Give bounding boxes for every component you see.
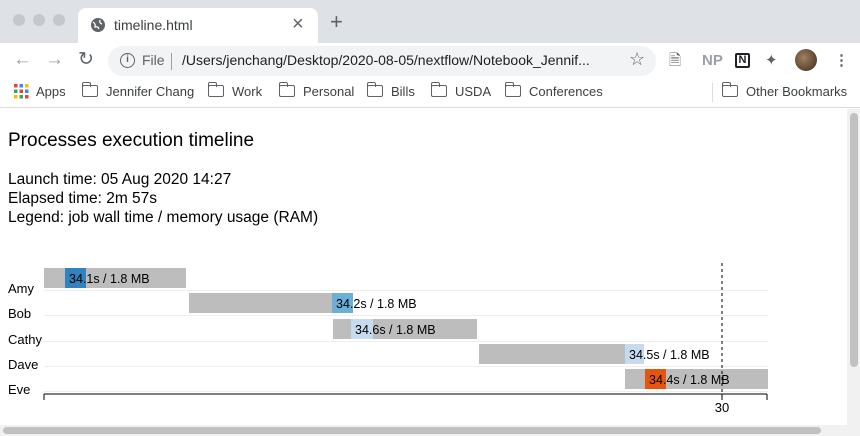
- timeline-bars: 34.1s / 1.8 MB 34.2s / 1.8 MB 34.6s / 1.8 …: [44, 268, 768, 389]
- bar-pending: [189, 293, 353, 313]
- row-name: Cathy: [8, 332, 42, 347]
- url-scheme: File: [142, 52, 165, 68]
- page-content: Processes execution timeline Launch time…: [0, 109, 847, 425]
- tab-timeline[interactable]: timeline.html ×: [78, 8, 318, 43]
- bookmark-label: Other Bookmarks: [746, 84, 848, 99]
- folder-icon: [504, 82, 521, 97]
- row-name: Bob: [8, 306, 31, 321]
- row-names: Amy Bob Cathy Dave Eve: [8, 281, 42, 397]
- bookmark-work[interactable]: Work: [207, 82, 263, 102]
- url-text[interactable]: /Users/jenchang/Desktop/2020-08-05/nextf…: [182, 52, 622, 68]
- bookmark-star-icon[interactable]: ☆: [629, 49, 645, 70]
- bookmark-jennifer-chang[interactable]: Jennifer Chang: [81, 82, 195, 102]
- tab-strip: timeline.html × +: [0, 0, 860, 43]
- bookmarks-divider: [712, 83, 713, 102]
- row-name: Eve: [8, 382, 30, 397]
- bookmark-conferences[interactable]: Conferences: [504, 82, 603, 102]
- forward-arrow-icon[interactable]: →: [45, 49, 64, 71]
- timeline-chart: 34.1s / 1.8 MB 34.2s / 1.8 MB 34.6s / 1.8 …: [8, 263, 768, 415]
- reload-icon[interactable]: ↻: [78, 49, 94, 71]
- folder-icon: [278, 82, 295, 97]
- close-window-button[interactable]: [13, 14, 25, 26]
- bar-label: 34.1s / 1.8 MB: [69, 272, 150, 286]
- address-bar[interactable]: i File /Users/jenchang/Desktop/2020-08-0…: [108, 46, 656, 76]
- bookmark-label: Work: [232, 84, 263, 99]
- bookmark-label: Apps: [36, 84, 66, 99]
- bookmark-label: Jennifer Chang: [106, 84, 195, 99]
- bar-label: 34.6s / 1.8 MB: [355, 323, 436, 337]
- puzzle-extensions-icon[interactable]: ✦: [765, 52, 778, 70]
- tab-title: timeline.html: [114, 17, 193, 33]
- menu-dots-icon[interactable]: ⋮: [834, 52, 849, 70]
- folder-icon: [430, 82, 447, 97]
- browser-toolbar: ← → ↻ i File /Users/jenchang/Desktop/202…: [0, 43, 860, 78]
- horizontal-scroll-thumb[interactable]: [3, 427, 821, 434]
- folder-icon: [721, 82, 738, 97]
- bookmarks-bar: Apps Jennifer Chang Work Personal Bills …: [0, 78, 860, 108]
- close-tab-icon[interactable]: ×: [292, 13, 304, 35]
- document-icon[interactable]: 🗎: [669, 52, 681, 70]
- bar-label: 34.4s / 1.8 MB: [649, 373, 730, 387]
- bookmark-label: USDA: [455, 84, 492, 99]
- row-name: Amy: [8, 281, 35, 296]
- info-icon[interactable]: i: [120, 53, 135, 68]
- apps-grid-icon: [14, 84, 29, 99]
- folder-icon: [81, 82, 98, 97]
- horizontal-scrollbar[interactable]: [0, 425, 860, 436]
- bookmark-personal[interactable]: Personal: [278, 82, 355, 102]
- folder-icon: [207, 82, 224, 97]
- minimize-window-button[interactable]: [33, 14, 45, 26]
- vertical-scrollbar[interactable]: [847, 109, 860, 425]
- bookmark-apps[interactable]: Apps: [14, 84, 66, 102]
- back-arrow-icon[interactable]: ←: [13, 49, 32, 71]
- tick-label: 30: [715, 400, 729, 415]
- row-name: Dave: [8, 357, 38, 372]
- bookmark-label: Personal: [303, 84, 355, 99]
- bookmark-label: Bills: [391, 84, 415, 99]
- bar-label: 34.5s / 1.8 MB: [629, 348, 710, 362]
- globe-icon: [91, 18, 105, 32]
- bar-pending: [479, 344, 644, 364]
- bookmark-label: Conferences: [529, 84, 603, 99]
- folder-icon: [366, 82, 383, 97]
- new-tab-button[interactable]: +: [330, 11, 343, 33]
- notion-extension-icon[interactable]: N: [735, 53, 750, 68]
- np-extension-icon[interactable]: NP: [702, 52, 723, 70]
- bookmark-usda[interactable]: USDA: [430, 82, 492, 102]
- vertical-scroll-thumb[interactable]: [850, 113, 858, 367]
- bar-label: 34.2s / 1.8 MB: [336, 297, 417, 311]
- profile-avatar[interactable]: [795, 49, 817, 71]
- bookmark-other-bookmarks[interactable]: Other Bookmarks: [721, 82, 848, 102]
- url-separator: [171, 53, 172, 70]
- maximize-window-button[interactable]: [53, 14, 65, 26]
- bookmark-bills[interactable]: Bills: [366, 82, 415, 102]
